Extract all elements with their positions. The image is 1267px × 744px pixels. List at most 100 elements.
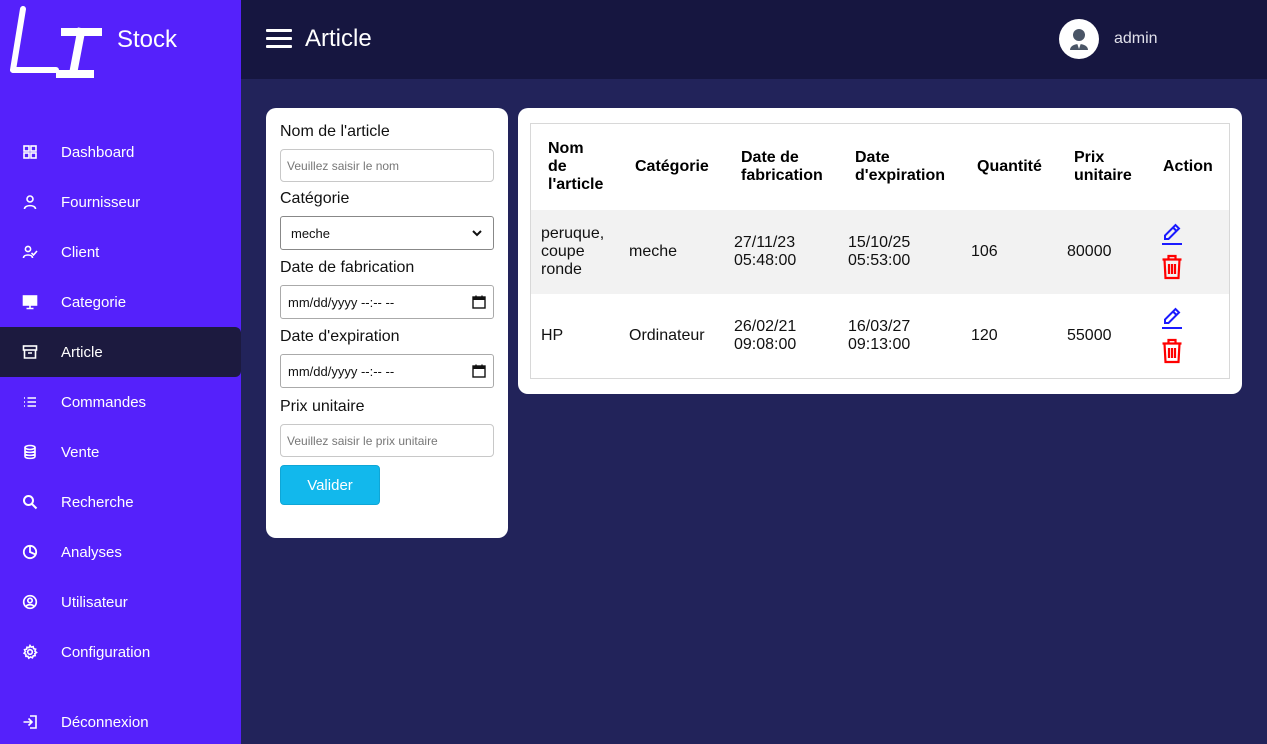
sidebar-item-recherche[interactable]: Recherche bbox=[0, 477, 241, 527]
topbar: Article admin bbox=[241, 0, 1267, 79]
grid-icon bbox=[23, 145, 37, 159]
articles-table: Nom de l'article Catégorie Date de fabri… bbox=[530, 123, 1230, 379]
cell-price: 80000 bbox=[1067, 243, 1112, 260]
expiration-date-input[interactable]: mm/dd/yyyy --:-- -- bbox=[280, 354, 494, 388]
archive-icon bbox=[22, 345, 38, 359]
cell-fabrication-line: 05:48:00 bbox=[734, 252, 797, 269]
sidebar-item-label: Utilisateur bbox=[61, 593, 128, 611]
submit-button[interactable]: Valider bbox=[280, 465, 380, 505]
sidebar-item-label: Analyses bbox=[61, 543, 122, 561]
cell-category: Ordinateur bbox=[629, 327, 705, 344]
sidebar-item-vente[interactable]: Vente bbox=[0, 427, 241, 477]
sidebar-item-label: Client bbox=[61, 243, 100, 261]
sidebar-item-categorie[interactable]: Categorie bbox=[0, 277, 241, 327]
cell-name: peruque, coupe ronde bbox=[541, 225, 604, 279]
name-label: Nom de l'article bbox=[280, 123, 390, 140]
table-row: HP Ordinateur 26/02/21 09:08:00 16/03/27… bbox=[531, 294, 1229, 378]
brand-logo bbox=[10, 6, 102, 78]
chevron-down-icon bbox=[472, 230, 482, 237]
sidebar-item-fournisseur[interactable]: Fournisseur bbox=[0, 177, 241, 227]
delete-icon[interactable] bbox=[1161, 338, 1183, 364]
price-label: Prix unitaire bbox=[280, 398, 365, 415]
sidebar-item-label: Configuration bbox=[61, 643, 151, 661]
header-price-line: Prix bbox=[1074, 149, 1105, 166]
category-select[interactable]: meche bbox=[280, 216, 494, 250]
table-row: peruque, coupe ronde meche 27/11/23 05:4… bbox=[531, 210, 1229, 294]
logout-label: Déconnexion bbox=[61, 713, 149, 731]
header-action: Action bbox=[1163, 158, 1213, 175]
header-category: Catégorie bbox=[635, 158, 709, 175]
category-select-value: meche bbox=[291, 225, 331, 241]
sidebar-item-analyses[interactable]: Analyses bbox=[0, 527, 241, 577]
header-name-line: l'article bbox=[548, 176, 604, 193]
cell-fabrication-line: 09:08:00 bbox=[734, 336, 797, 353]
category-label: Catégorie bbox=[280, 190, 350, 207]
logout-button[interactable]: Déconnexion bbox=[0, 697, 241, 744]
cell-fabrication: 26/02/21 09:08:00 bbox=[734, 318, 796, 354]
expiration-date-value: mm/dd/yyyy --:-- -- bbox=[288, 363, 395, 379]
cell-name-line: ronde bbox=[541, 261, 582, 278]
header-name-line: Nom bbox=[548, 140, 584, 157]
search-icon bbox=[23, 495, 38, 510]
cell-expiration-line: 15/10/25 bbox=[848, 234, 911, 251]
fabrication-date-input[interactable]: mm/dd/yyyy --:-- -- bbox=[280, 285, 494, 319]
sidebar-item-commandes[interactable]: Commandes bbox=[0, 377, 241, 427]
sidebar-item-article[interactable]: Article bbox=[0, 327, 241, 377]
page-title: Article bbox=[305, 25, 372, 52]
header-name: Nom de l'article bbox=[548, 140, 603, 194]
price-input[interactable] bbox=[280, 424, 494, 457]
header-fabrication-line: Date de bbox=[741, 149, 799, 166]
edit-icon[interactable] bbox=[1161, 222, 1183, 246]
gear-icon bbox=[22, 644, 38, 660]
menu-toggle-icon[interactable] bbox=[266, 29, 292, 49]
header-price: Prix unitaire bbox=[1074, 149, 1132, 185]
fabrication-date-value: mm/dd/yyyy --:-- -- bbox=[288, 294, 395, 310]
cell-category: meche bbox=[629, 243, 678, 260]
sidebar-item-utilisateur[interactable]: Utilisateur bbox=[0, 577, 241, 627]
delete-icon[interactable] bbox=[1161, 254, 1183, 280]
user-icon bbox=[23, 195, 37, 210]
fabrication-label: Date de fabrication bbox=[280, 259, 415, 276]
sidebar-item-label: Recherche bbox=[61, 493, 134, 511]
logout-icon bbox=[23, 715, 37, 729]
list-icon bbox=[24, 397, 36, 407]
cell-expiration: 15/10/25 05:53:00 bbox=[848, 234, 910, 270]
sidebar-item-label: Dashboard bbox=[61, 143, 135, 161]
cell-name: HP bbox=[541, 327, 564, 344]
edit-icon[interactable] bbox=[1161, 306, 1183, 330]
sidebar-item-label: Categorie bbox=[61, 293, 127, 311]
username[interactable]: admin bbox=[1114, 30, 1158, 48]
calendar-icon[interactable] bbox=[472, 295, 486, 309]
sidebar-item-client[interactable]: Client bbox=[0, 227, 241, 277]
sidebar-item-label: Commandes bbox=[61, 393, 147, 411]
cell-expiration-line: 16/03/27 bbox=[848, 318, 911, 335]
sidebar-item-configuration[interactable]: Configuration bbox=[0, 627, 241, 677]
user-check-icon bbox=[22, 245, 38, 259]
header-expiration-line: Date bbox=[855, 149, 890, 166]
cell-name-line: coupe bbox=[541, 243, 585, 260]
sidebar-item-label: Fournisseur bbox=[61, 193, 141, 211]
header-price-line: unitaire bbox=[1074, 167, 1132, 184]
calendar-icon[interactable] bbox=[472, 364, 486, 378]
user-circle-icon bbox=[22, 594, 38, 610]
header-expiration: Date d'expiration bbox=[855, 149, 945, 185]
pie-chart-icon bbox=[22, 544, 38, 560]
name-input[interactable] bbox=[280, 149, 494, 182]
cell-quantity: 106 bbox=[971, 243, 998, 260]
articles-table-card: Nom de l'article Catégorie Date de fabri… bbox=[518, 108, 1242, 394]
cell-quantity: 120 bbox=[971, 327, 998, 344]
sidebar-item-dashboard[interactable]: Dashboard bbox=[0, 127, 241, 177]
header-fabrication: Date de fabrication bbox=[741, 149, 823, 185]
database-icon bbox=[24, 444, 36, 460]
sidebar: Stock Dashboard Fournisseur Client Categ… bbox=[0, 0, 241, 744]
cell-fabrication-line: 27/11/23 bbox=[734, 234, 796, 251]
cell-expiration: 16/03/27 09:13:00 bbox=[848, 318, 910, 354]
sidebar-item-label: Vente bbox=[61, 443, 100, 461]
brand: Stock bbox=[0, 0, 241, 80]
article-form: Nom de l'article Catégorie meche Date de… bbox=[266, 108, 508, 538]
header-fabrication-line: fabrication bbox=[741, 167, 823, 184]
cell-price: 55000 bbox=[1067, 327, 1112, 344]
monitor-icon bbox=[22, 295, 38, 310]
avatar[interactable] bbox=[1059, 19, 1099, 59]
sidebar-nav: Dashboard Fournisseur Client Categorie A… bbox=[0, 127, 241, 677]
